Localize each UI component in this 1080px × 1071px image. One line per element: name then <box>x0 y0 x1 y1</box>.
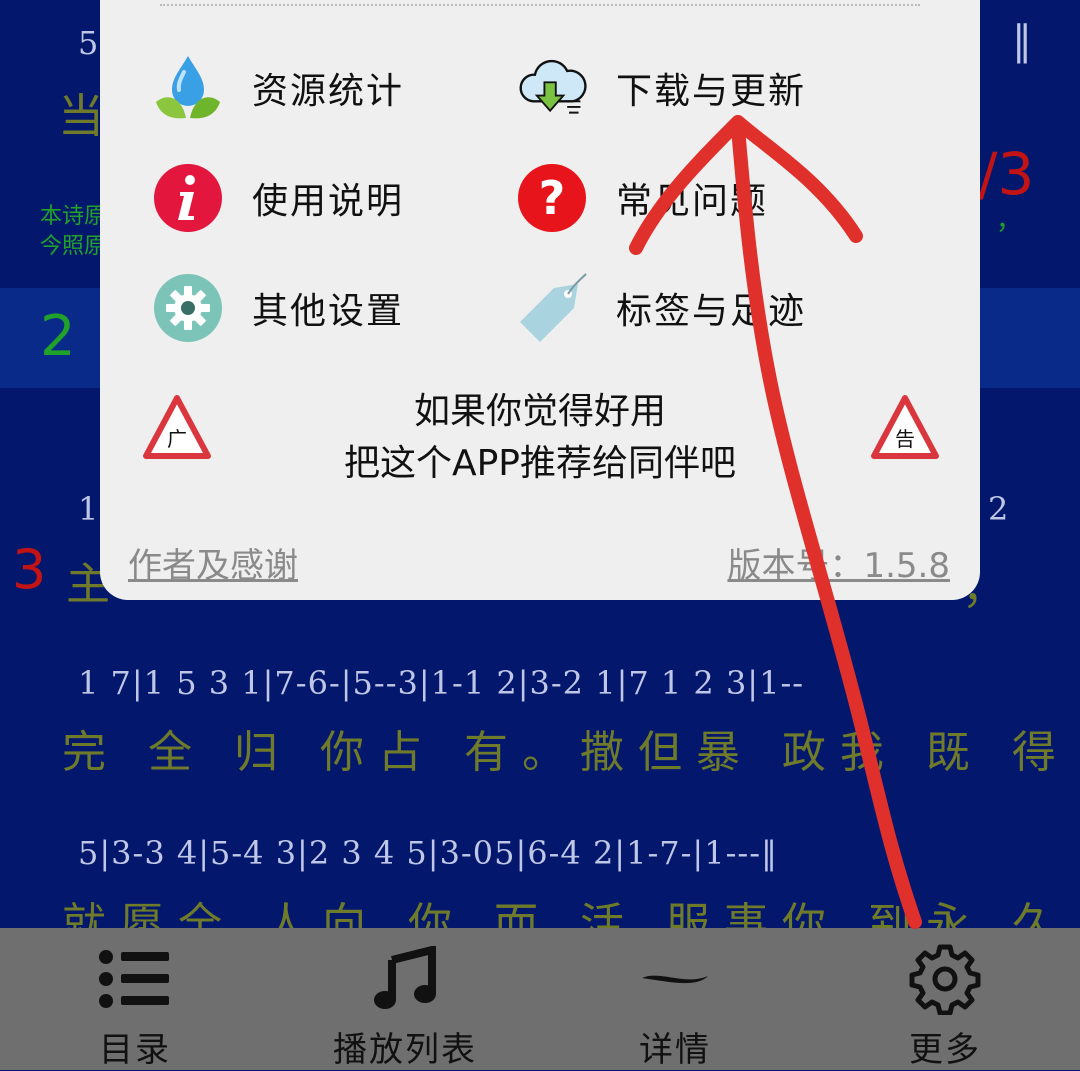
ad-line-1[interactable]: 如果你觉得好用 <box>100 382 980 434</box>
gear-icon <box>810 944 1080 1015</box>
menu-item-label: 下载与更新 <box>616 71 807 112</box>
bottom-tab-bar: 目录 播放列表 详情 更多 <box>0 928 1080 1070</box>
bar-end-top: ‖ <box>1012 18 1033 64</box>
tab-label: 播放列表 <box>333 1030 477 1070</box>
side-note-tail: ， <box>996 206 1023 236</box>
side-note-line-1: 本诗原 <box>40 204 107 229</box>
notes-row-a: 1 7|1 5 3 1|7-6-|5--3|1-1 2|3-2 1|7 1 2 … <box>78 664 805 702</box>
question-icon: ? <box>516 162 588 234</box>
row-start-number: 1 <box>78 490 100 528</box>
version-link[interactable]: 版本号：1.5.8 <box>727 538 950 587</box>
tag-icon <box>516 272 588 344</box>
menu-item-other-settings[interactable]: 其他设置 <box>152 268 404 348</box>
menu-item-tags-footprints[interactable]: 标签与足迹 <box>516 268 806 348</box>
row-end-number: 2 <box>988 490 1010 528</box>
menu-item-download-update[interactable]: 下载与更新 <box>516 48 806 128</box>
menu-item-label: 使用说明 <box>252 181 405 222</box>
info-icon <box>152 162 224 234</box>
partial-notes-top: 5 <box>78 24 100 62</box>
gear-icon <box>152 272 224 344</box>
credits-link[interactable]: 作者及感谢 <box>128 538 298 587</box>
menu-item-label: 常见问题 <box>616 181 769 222</box>
menu-item-label: 资源统计 <box>252 71 405 112</box>
red-fraction-text: /3 <box>978 140 1035 208</box>
water-drop-leaves-icon <box>152 52 224 124</box>
section-number-2: 2 <box>40 304 76 369</box>
notes-row-b: 5|3-3 4|5-4 3|2 3 4 5|3-05|6-4 2|1-7-|1-… <box>78 834 778 872</box>
section-number-3: 3 <box>12 538 47 601</box>
menu-item-label: 其他设置 <box>252 291 405 332</box>
side-note: 本诗原 今照原 <box>40 202 106 262</box>
menu-item-label: 标签与足迹 <box>616 291 807 332</box>
tab-label: 更多 <box>909 1030 981 1070</box>
ad-badge-right[interactable]: 告 <box>870 394 940 460</box>
cloud-download-icon <box>516 52 588 124</box>
music-note-icon <box>270 944 540 1014</box>
tab-details[interactable]: 详情 <box>540 928 810 1070</box>
tab-contents[interactable]: 目录 <box>0 928 270 1070</box>
menu-item-instructions[interactable]: 使用说明 <box>152 158 404 238</box>
tab-playlist[interactable]: 播放列表 <box>270 928 540 1070</box>
more-menu-popup: 资源统计 下载与更新 使用说明 ? 常见问题 其他设置 标签与足迹 广 如果你觉… <box>100 0 980 600</box>
popup-handle <box>160 4 920 10</box>
tab-more[interactable]: 更多 <box>810 928 1080 1070</box>
tab-label: 详情 <box>639 1030 711 1070</box>
side-note-line-2: 今照原 <box>40 234 107 259</box>
svg-text:?: ? <box>539 171 566 225</box>
details-swoosh-icon <box>540 944 810 1014</box>
ad-badge-right-text: 告 <box>895 427 915 451</box>
lyrics-row-a: 完 全 归 你占 有。撒但暴 政我 既 得 脱, <box>62 727 1080 778</box>
ad-line-2[interactable]: 把这个APP推荐给同伴吧 <box>100 434 980 486</box>
tab-label: 目录 <box>99 1030 171 1070</box>
menu-item-resource-stats[interactable]: 资源统计 <box>152 48 404 128</box>
list-icon <box>0 944 270 1014</box>
menu-item-faq[interactable]: ? 常见问题 <box>516 158 768 238</box>
